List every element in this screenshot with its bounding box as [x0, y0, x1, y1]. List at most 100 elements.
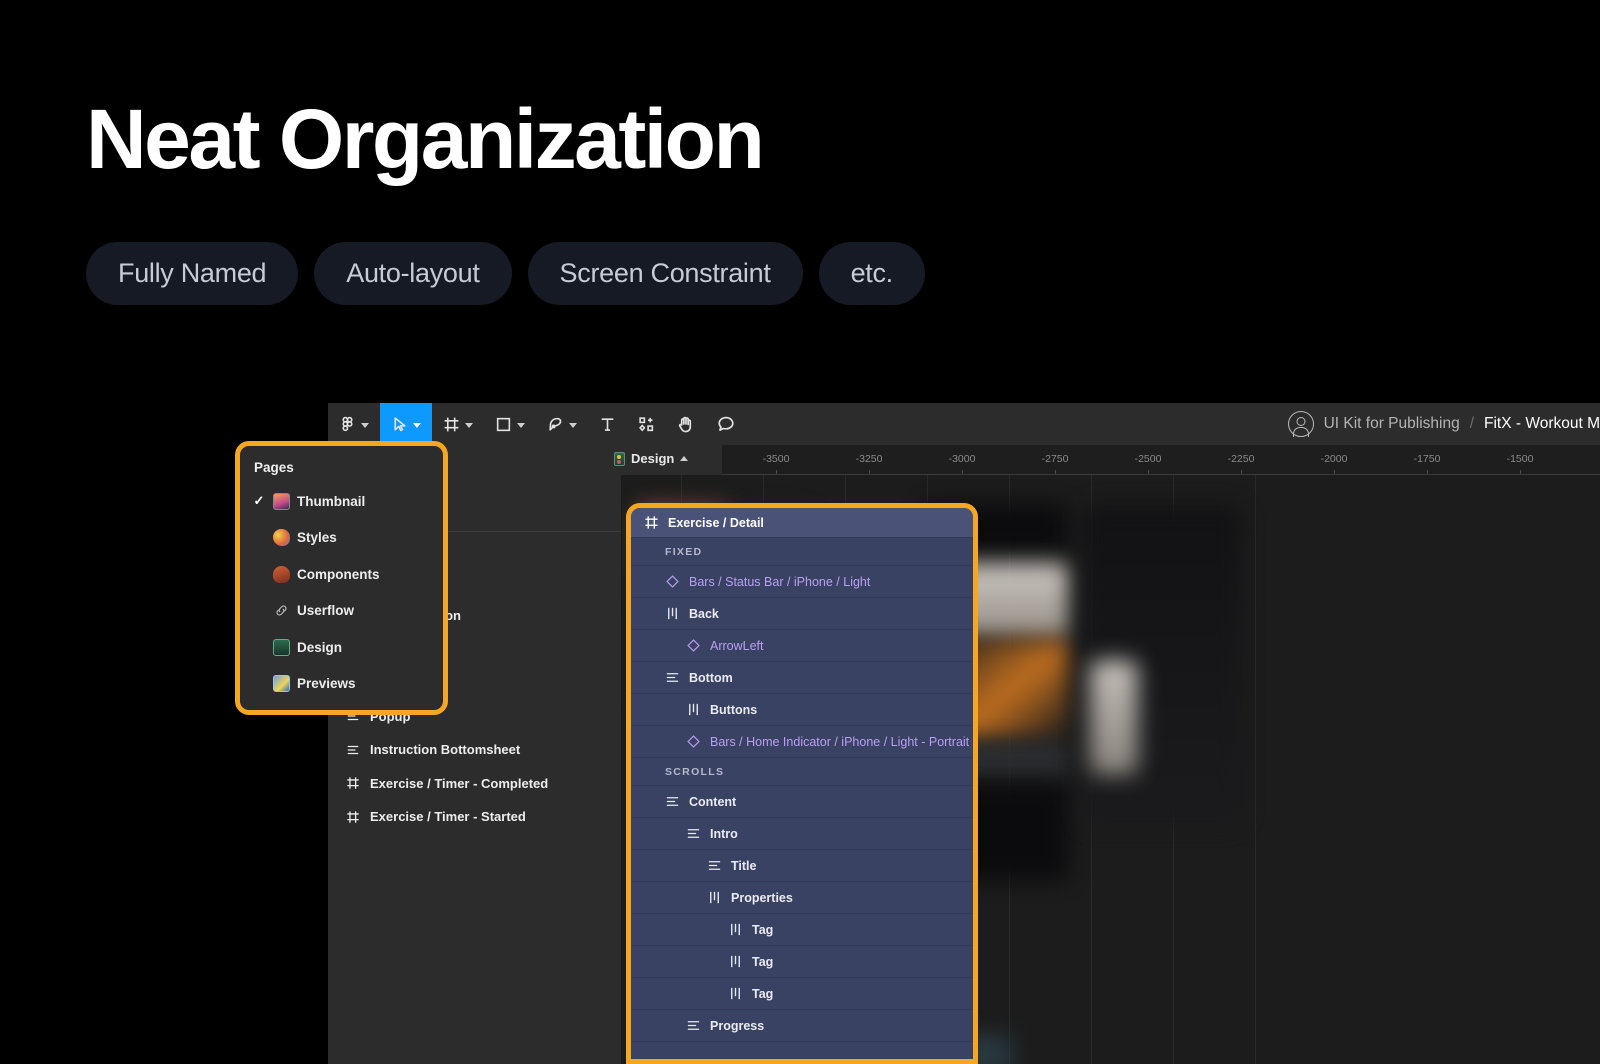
- resources-tool-icon[interactable]: [627, 403, 666, 445]
- autolayout-h-icon: [728, 922, 743, 937]
- ruler-tick-mark: [1148, 470, 1149, 474]
- ruler-tick-label: -1750: [1413, 453, 1441, 465]
- layer-row[interactable]: Progress: [631, 1010, 973, 1042]
- pages-item-userflow[interactable]: Userflow: [240, 593, 443, 630]
- pages-item-styles[interactable]: Styles: [240, 520, 443, 557]
- layer-label: Exercise / Detail: [668, 515, 764, 530]
- ruler-tick-mark: [869, 470, 870, 474]
- layer-row[interactable]: Bars / Status Bar / iPhone / Light: [631, 566, 973, 598]
- layer-row[interactable]: Content: [631, 786, 973, 818]
- layer-row[interactable]: ArrowLeft: [631, 630, 973, 662]
- component-icon: [665, 574, 680, 589]
- chevron-down-icon: [465, 422, 473, 428]
- breadcrumb-file-name[interactable]: FitX - Workout M: [1484, 415, 1600, 433]
- layer-row[interactable]: Exercise / Detail: [631, 508, 973, 538]
- resources-tool-icon: [638, 416, 655, 433]
- feature-pill: Auto-layout: [314, 242, 512, 305]
- mobile-emoji-icon: [614, 451, 625, 466]
- current-page-chip[interactable]: Design: [614, 451, 689, 466]
- figma-menu-icon[interactable]: [328, 403, 380, 445]
- chevron-down-icon: [569, 422, 577, 428]
- layer-label: Intro: [710, 826, 738, 841]
- autolayout-h-icon: [728, 986, 743, 1001]
- ruler-tick-label: -2500: [1134, 453, 1162, 465]
- autolayout-v-icon: [665, 794, 680, 809]
- hand-tool-icon[interactable]: [666, 403, 706, 445]
- feature-pill-row: Fully Named Auto-layout Screen Constraint e…: [86, 242, 925, 305]
- layer-label: Exercise / Timer - Started: [370, 809, 526, 825]
- layer-row[interactable]: Instruction Bottomsheet: [328, 733, 621, 767]
- layer-label: Properties: [731, 890, 793, 905]
- layer-row[interactable]: Exercise / Timer - Completed: [328, 767, 621, 801]
- thumbnail-emoji-icon: [273, 492, 290, 510]
- layer-row[interactable]: Tag: [631, 978, 973, 1010]
- exercise-detail-layers-panel[interactable]: Exercise / Detail FIXED Bars / Status Bar …: [626, 503, 978, 1064]
- autolayout-v-icon: [707, 858, 722, 873]
- move-tool-icon[interactable]: [380, 403, 432, 445]
- pages-item-label: Components: [297, 566, 380, 582]
- layer-row[interactable]: Buttons: [631, 694, 973, 726]
- ruler-tick-label: -1500: [1506, 453, 1534, 465]
- frame-tool-icon: [443, 416, 460, 433]
- layer-row[interactable]: Intro: [631, 818, 973, 850]
- pages-item-label: Design: [297, 639, 343, 655]
- text-tool-icon: [599, 416, 616, 433]
- shape-tool-icon[interactable]: [484, 403, 536, 445]
- ruler-tick-label: -3000: [948, 453, 976, 465]
- autolayout-v-icon: [665, 670, 680, 685]
- picture-emoji-icon: [273, 675, 290, 693]
- frame-tool-icon[interactable]: [432, 403, 484, 445]
- layer-row[interactable]: Title: [631, 850, 973, 882]
- pages-item-label: Previews: [297, 676, 356, 692]
- layer-row[interactable]: Exercise / Timer - Started: [328, 800, 621, 834]
- layer-row[interactable]: Properties: [631, 882, 973, 914]
- component-icon: [686, 638, 701, 653]
- layer-section-header[interactable]: SCROLLS: [631, 758, 973, 786]
- toolbar-breadcrumb-area: UI Kit for Publishing / FitX - Workout M: [1287, 403, 1600, 445]
- layer-label: Tag: [752, 954, 774, 969]
- layer-row[interactable]: Bars / Home Indicator / iPhone / Light -…: [631, 726, 973, 758]
- chevron-up-icon: [680, 456, 689, 461]
- layer-row[interactable]: Back: [631, 598, 973, 630]
- pages-item-label: Userflow: [297, 603, 355, 619]
- layer-row[interactable]: Bottom: [631, 662, 973, 694]
- pen-tool-icon[interactable]: [536, 403, 588, 445]
- blurred-artboard: [1090, 660, 1138, 775]
- comment-tool-icon[interactable]: [706, 403, 746, 445]
- pages-item-previews[interactable]: Previews: [240, 666, 443, 703]
- breadcrumb-separator: /: [1469, 415, 1475, 432]
- layer-label: Tag: [752, 986, 774, 1001]
- autolayout-v-icon: [686, 826, 701, 841]
- ruler-tick-label: -3250: [855, 453, 883, 465]
- layer-label: Bars / Status Bar / iPhone / Light: [689, 574, 871, 589]
- comment-tool-icon: [717, 415, 735, 433]
- chevron-down-icon: [361, 422, 369, 428]
- ruler-tick-label: -3500: [762, 453, 790, 465]
- autolayout-h-icon: [665, 606, 680, 621]
- frame-icon: [346, 810, 360, 824]
- component-icon: [686, 734, 701, 749]
- move-tool-icon: [391, 416, 408, 433]
- pages-item-components[interactable]: Components: [240, 556, 443, 593]
- mobile-emoji-icon: [273, 638, 290, 656]
- frame-icon: [644, 515, 659, 530]
- pages-popover[interactable]: Pages ✓ Thumbnail Styles Components Userflo…: [235, 441, 448, 715]
- avatar[interactable]: [1287, 411, 1314, 437]
- figma-toolbar: UI Kit for Publishing / FitX - Workout M: [328, 403, 1600, 445]
- layer-row[interactable]: Tag: [631, 914, 973, 946]
- layer-label: FIXED: [665, 545, 703, 558]
- ruler-tick-mark: [1241, 470, 1242, 474]
- hand-tool-icon: [677, 415, 695, 433]
- pages-item-design[interactable]: Design: [240, 629, 443, 666]
- current-page-label: Design: [631, 451, 675, 466]
- ruler-tick-mark: [1520, 470, 1521, 474]
- link-emoji-icon: [273, 602, 290, 619]
- breadcrumb-team[interactable]: UI Kit for Publishing: [1324, 415, 1460, 433]
- figma-menu-icon: [339, 416, 356, 433]
- layer-row[interactable]: Tag: [631, 946, 973, 978]
- pages-item-thumbnail[interactable]: ✓ Thumbnail: [240, 483, 443, 520]
- layer-section-header[interactable]: FIXED: [631, 538, 973, 566]
- pen-tool-icon: [547, 416, 564, 433]
- pages-popover-title: Pages: [254, 460, 294, 475]
- text-tool-icon[interactable]: [588, 403, 627, 445]
